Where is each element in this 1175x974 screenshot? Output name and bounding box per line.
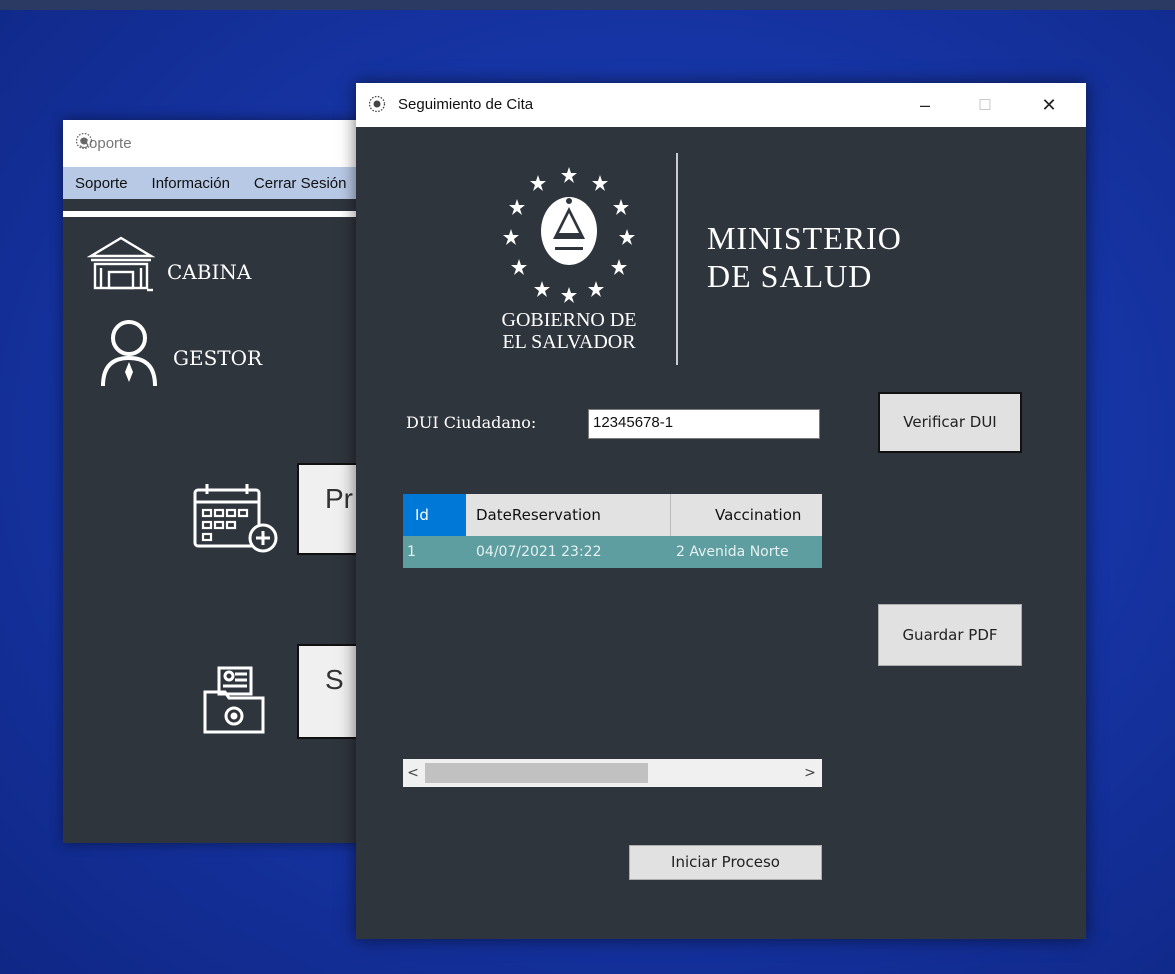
calendar-add-icon [191,482,281,558]
dui-input[interactable]: 12345678-1 [588,409,820,439]
verify-dui-button[interactable]: Verificar DUI [878,392,1022,453]
table-header: Id DateReservation Vaccination [403,494,822,536]
medical-folder-icon [201,664,267,740]
appointments-table[interactable]: Id DateReservation Vaccination 1 04/07/2… [403,494,822,787]
column-header-date[interactable]: DateReservation [466,494,671,536]
dui-label: DUI Ciudadano: [406,413,537,432]
ministry-text: MINISTERIO DE SALUD [707,219,902,295]
coat-of-arms-icon [499,163,639,307]
nav-cabina-label[interactable]: CABINA [167,260,251,284]
column-header-id[interactable]: Id [403,494,466,536]
brand-divider [676,153,678,365]
user-icon[interactable] [99,316,159,392]
menu-informacion[interactable]: Información [140,175,242,192]
scroll-left-arrow-icon[interactable]: < [403,759,423,787]
ministry-line-2: DE SALUD [707,258,873,294]
save-pdf-button[interactable]: Guardar PDF [878,604,1022,666]
maximize-button[interactable]: ☐ [962,83,1008,127]
window-title: Seguimiento de Cita [398,96,534,113]
minimize-button[interactable]: – [902,83,948,127]
soporte-menubar: Soporte Información Cerrar Sesión [63,167,363,199]
scroll-right-arrow-icon[interactable]: > [800,759,820,787]
soporte-titlebar[interactable]: Soporte [63,120,363,167]
cell-date: 04/07/2021 23:22 [476,544,602,560]
app-seal-icon [75,132,93,154]
close-button[interactable]: ✕ [1026,83,1072,127]
menu-separator [63,211,363,217]
menu-cerrar-sesion[interactable]: Cerrar Sesión [242,175,359,192]
table-row[interactable]: 1 04/07/2021 23:22 2 Avenida Norte [403,536,822,568]
start-process-button[interactable]: Iniciar Proceso [629,845,822,880]
column-header-vaccination[interactable]: Vaccination [671,494,822,536]
ministry-line-1: MINISTERIO [707,220,902,256]
app-seal-icon [368,95,386,117]
desktop-top-band [0,0,1175,10]
seguimiento-titlebar[interactable]: Seguimiento de Cita – ☐ ✕ [356,83,1086,127]
gov-line-1: GOBIERNO DE [501,309,637,331]
seguimiento-button-label: S [325,664,344,695]
cell-id: 1 [407,544,416,560]
government-text: GOBIERNO DE EL SALVADOR [474,309,664,353]
menu-soporte[interactable]: Soporte [63,175,140,192]
soporte-window[interactable]: Soporte Soporte Información Cerrar Sesió… [63,120,367,843]
gov-line-2: EL SALVADOR [502,331,636,353]
scrollbar-thumb[interactable] [425,763,648,783]
seguimiento-window[interactable]: Seguimiento de Cita – ☐ ✕ GOBIERNO DE EL… [356,83,1086,939]
nav-gestor-label[interactable]: GESTOR [173,346,262,370]
programar-button-label: Pr [325,483,353,514]
table-horizontal-scrollbar[interactable]: < > [403,759,822,787]
building-icon[interactable] [86,232,156,296]
cell-vaccination: 2 Avenida Norte [676,544,789,560]
